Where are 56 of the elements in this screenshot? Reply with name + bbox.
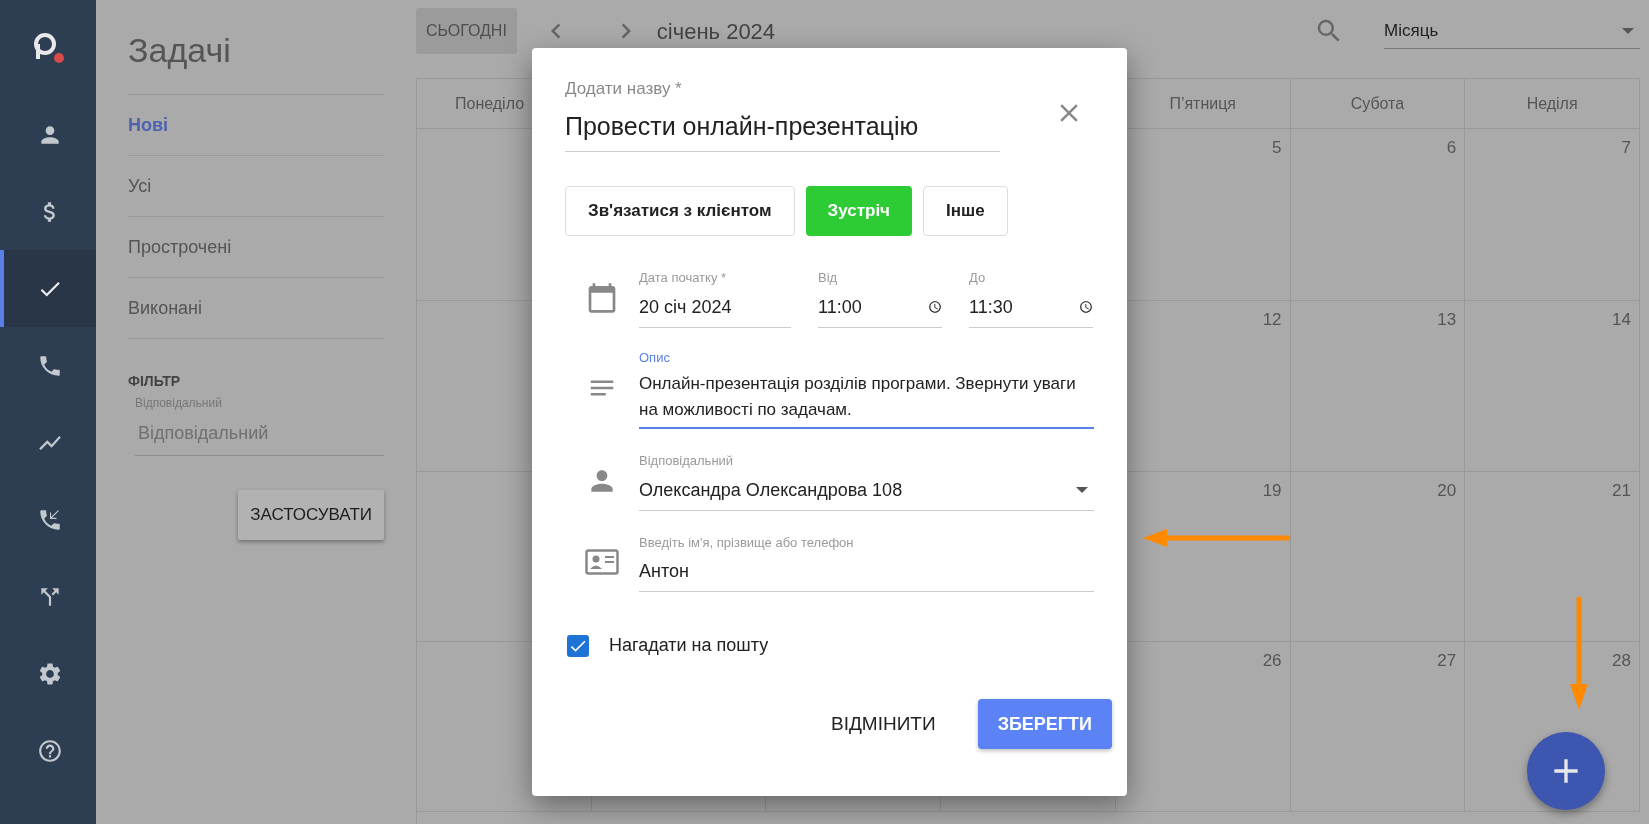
description-field[interactable]: Опис Онлайн-презентація розділів програми. Звернути уваги на можливості по задачам. xyxy=(639,347,1094,429)
day-number: 6 xyxy=(1446,137,1457,159)
title-field[interactable]: Додати назву * Провести онлайн-презентацію xyxy=(565,76,1000,152)
input-field[interactable]: Відповідальний Олександра Олександрова 108 xyxy=(639,451,1094,511)
weekday-header: Понеділо xyxy=(455,93,525,114)
filter-tab[interactable]: Нові xyxy=(128,95,384,156)
caret-icon xyxy=(1076,487,1088,493)
contact-card-icon xyxy=(585,549,619,576)
filter-heading: ФІЛЬТР xyxy=(128,372,182,391)
view-select[interactable]: Місяць xyxy=(1384,13,1640,49)
apply-button[interactable]: ЗАСТОСУВАТИ xyxy=(238,490,384,540)
weekday-header: П’ятниця xyxy=(1169,93,1237,114)
filter-tab[interactable]: Усі xyxy=(128,156,384,217)
day-number: 5 xyxy=(1272,137,1282,159)
day-number: 12 xyxy=(1262,309,1282,331)
day-cell[interactable]: 13 xyxy=(1290,301,1466,472)
sidebar-item[interactable] xyxy=(0,250,96,327)
calendar-icon xyxy=(586,281,618,314)
type-button[interactable]: Зв'язатися з клієнтом xyxy=(565,186,795,236)
checkbox[interactable] xyxy=(567,634,589,657)
weekday-header: Неділя xyxy=(1526,93,1578,114)
day-number: 21 xyxy=(1612,480,1631,502)
day-cell[interactable]: 27 xyxy=(1290,642,1466,812)
input-field[interactable]: Дата початку * 20 січ 2024 xyxy=(639,268,791,328)
day-cell[interactable]: 21 xyxy=(1465,472,1640,642)
day-cell[interactable]: 6 xyxy=(1290,129,1466,301)
day-number: 13 xyxy=(1437,309,1457,331)
caret-icon xyxy=(1622,27,1634,34)
filter-tab[interactable]: Прострочені xyxy=(128,217,384,278)
weekday-header: Субота xyxy=(1350,93,1405,114)
day-number: 7 xyxy=(1621,137,1631,159)
day-cell[interactable]: 20 xyxy=(1290,472,1466,642)
help-icon xyxy=(37,737,63,764)
cancel-button[interactable]: ВІДМІНИТИ xyxy=(813,699,954,749)
page-title: Задачі xyxy=(128,30,232,71)
day-number: 19 xyxy=(1262,480,1282,502)
input-field[interactable]: До 11:30 xyxy=(969,268,1093,328)
day-number: 14 xyxy=(1612,309,1631,331)
checkbox-label: Нагадати на пошту xyxy=(609,634,769,657)
day-number: 20 xyxy=(1437,480,1457,502)
input-field[interactable]: Від 11:00 xyxy=(818,268,942,328)
day-number: 26 xyxy=(1262,650,1282,672)
responsible-field[interactable]: Відповідальний xyxy=(138,420,387,447)
type-button[interactable]: Зустріч xyxy=(805,186,912,236)
month-title: січень 2024 xyxy=(656,17,776,46)
filter-tab[interactable]: Виконані xyxy=(128,278,384,339)
day-number: 27 xyxy=(1437,650,1457,672)
save-button[interactable]: ЗБЕРЕГТИ xyxy=(977,699,1112,749)
day-number: 28 xyxy=(1612,650,1631,672)
type-button[interactable]: Інше xyxy=(923,186,1008,236)
add-button[interactable] xyxy=(1527,732,1605,810)
input-field[interactable]: Введіть ім'я, прізвище або телефон Антон xyxy=(639,532,1094,592)
clock-icon xyxy=(928,300,942,314)
day-cell[interactable]: 7 xyxy=(1465,129,1640,301)
day-cell[interactable]: 14 xyxy=(1465,301,1640,472)
clock-icon xyxy=(1079,300,1093,314)
